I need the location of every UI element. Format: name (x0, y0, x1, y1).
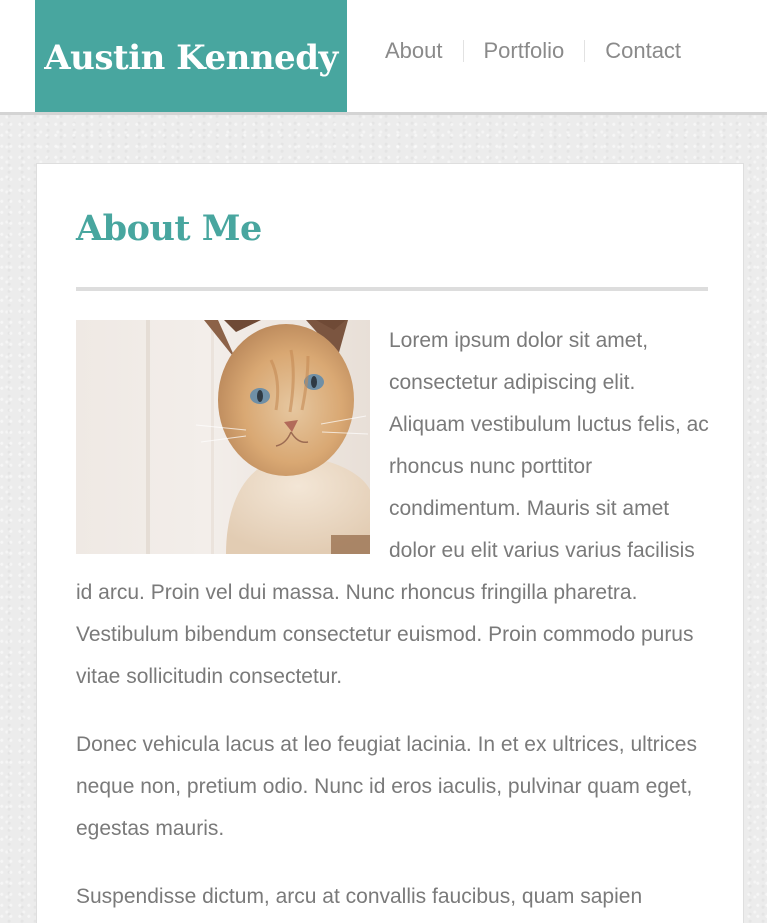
paragraph: Suspendisse dictum, arcu at convallis fa… (76, 885, 643, 908)
site-logo[interactable]: Austin Kennedy (35, 0, 347, 112)
article-body: Lorem ipsum dolor sit amet, consectetur … (76, 320, 709, 923)
page-title: About Me (76, 208, 262, 249)
content-card: About Me Lorem ipsum dolor sit amet, con… (36, 163, 744, 923)
main-nav: About Portfolio Contact (365, 34, 701, 68)
nav-link-portfolio[interactable]: Portfolio (464, 34, 585, 68)
site-title[interactable]: Austin Kennedy (44, 38, 338, 78)
site-header: Austin Kennedy About Portfolio Contact (0, 0, 767, 115)
title-divider (76, 287, 708, 291)
nav-link-contact[interactable]: Contact (585, 34, 701, 68)
nav-link-about[interactable]: About (365, 34, 463, 68)
paragraph: Donec vehicula lacus at leo feugiat laci… (76, 733, 697, 840)
cat-photo (76, 320, 370, 554)
